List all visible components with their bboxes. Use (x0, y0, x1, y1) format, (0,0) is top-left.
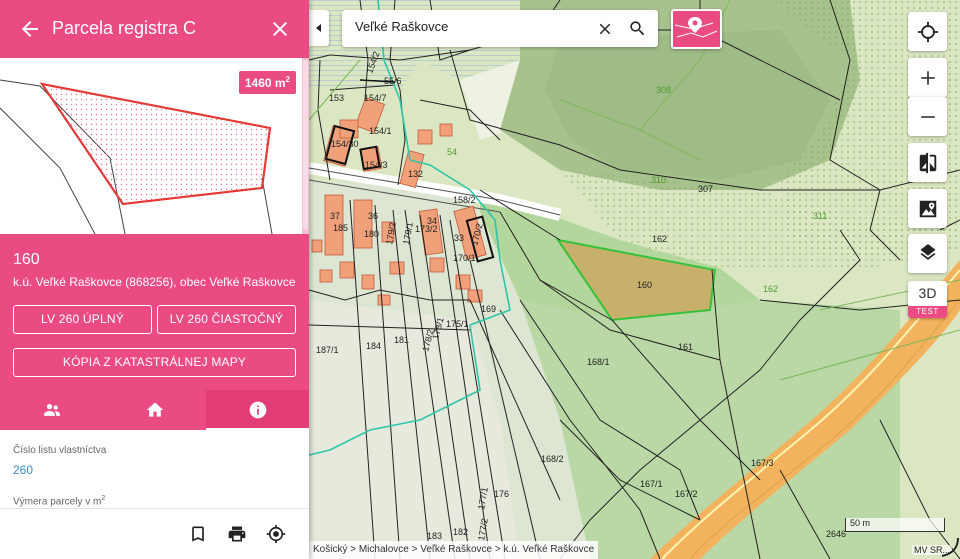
parcel-layer-icon (674, 17, 718, 38)
map-parcel-label: 169 (481, 304, 496, 314)
parcel-details: Číslo listu vlastníctva 260 Výmera parce… (0, 430, 309, 508)
minus-icon (920, 115, 935, 118)
map-parcel-label: 36 (368, 211, 378, 221)
panel-actions (0, 508, 309, 559)
scale-label: 50 m (850, 518, 871, 528)
map-parcel-label: 154/3 (365, 160, 388, 170)
home-icon (146, 402, 163, 417)
map-parcel-label: 154/1 (369, 126, 392, 136)
scrollbar-thumb[interactable] (303, 60, 308, 230)
map-parcel-label: 160 (637, 280, 652, 290)
area-unit-sup: 2 (285, 75, 290, 84)
map-parcel-label: 162 (652, 234, 667, 244)
map-parcel-label: 183 (427, 531, 442, 541)
3d-view-button[interactable]: 3D TEST (908, 281, 947, 318)
3d-label: 3D (918, 285, 937, 301)
map-parcel-label: 170/1 (453, 253, 476, 263)
map-parcel-label: 37 (330, 211, 340, 221)
map-parcel-label: 167/3 (751, 458, 774, 468)
parcel-number: 160 (13, 251, 40, 268)
clear-search-icon[interactable] (596, 20, 614, 38)
map-parcel-label: 34 (427, 216, 437, 226)
map-parcel-label: 187/1 (316, 345, 339, 355)
tab-info[interactable] (206, 390, 309, 430)
map-parcel-label: 181 (394, 335, 409, 345)
map-parcel-label: 307 (698, 184, 713, 194)
tab-owners[interactable] (0, 390, 103, 430)
layers-button[interactable] (908, 234, 947, 273)
map-parcel-label: 2646 (826, 529, 846, 539)
search-icon[interactable] (628, 19, 647, 38)
plus-icon (920, 70, 935, 85)
ownership-sheet-value[interactable]: 260 (13, 463, 33, 477)
chevron-left-icon (316, 24, 321, 32)
zoom-in-button[interactable] (908, 58, 947, 97)
resize-corner-icon (941, 537, 959, 557)
area-value: 1460 m (244, 76, 286, 90)
map-parcel-label: 168/1 (587, 357, 610, 367)
map-parcel-label: 180 (364, 229, 379, 239)
map-parcel-label: 161 (678, 342, 693, 352)
map-parcel-label: 310 (651, 175, 666, 185)
copy-map-button[interactable]: KÓPIA Z KATASTRÁLNEJ MAPY (13, 348, 296, 377)
map-layer-thumbnail[interactable] (671, 9, 722, 49)
search-box (342, 10, 658, 47)
panel-scrollbar[interactable] (302, 58, 309, 234)
map-parcel-label: 176 (494, 489, 509, 499)
map-parcel-label: 33 (454, 233, 464, 243)
tab-building[interactable] (103, 390, 206, 430)
bookmark-icon[interactable] (188, 524, 208, 544)
map-parcel-label: 154/7 (364, 93, 387, 103)
parcel-detail-panel: Parcela registra C 1460 m2 160 k.ú. Veľk… (0, 0, 309, 559)
parcel-area-label-sup: 2 (101, 495, 106, 502)
lv-full-button[interactable]: LV 260 ÚPLNÝ (13, 305, 152, 334)
parcel-shape-preview: 1460 m2 (0, 58, 304, 234)
print-icon[interactable] (227, 524, 247, 544)
test-badge: TEST (908, 306, 947, 318)
map-parcel-label: 154/30 (331, 139, 359, 149)
parcel-area-label: Výmera parcely v m2 (13, 495, 105, 507)
scale-bar: 50 m (845, 518, 945, 532)
map-places-button[interactable] (908, 189, 947, 228)
area-badge: 1460 m2 (238, 71, 296, 94)
back-arrow-icon[interactable] (18, 17, 42, 41)
compare-maps-button[interactable] (908, 143, 947, 182)
map-pin-icon (919, 200, 936, 217)
ownership-sheet-label: Číslo listu vlastníctva (13, 445, 107, 456)
map-parcel-label: 168/2 (541, 454, 564, 464)
panel-title: Parcela registra C (52, 18, 197, 38)
breadcrumb: Košický > Michalovce > Veľké Raškovce > … (309, 541, 599, 559)
map-parcel-label: 54 (447, 147, 457, 157)
crosshair-icon (917, 21, 938, 42)
map-parcel-label: 167/1 (640, 479, 663, 489)
layers-icon (920, 243, 935, 260)
map-parcel-label: 185 (333, 223, 348, 233)
map-parcel-label: 162 (763, 284, 778, 294)
compare-icon (919, 152, 936, 173)
map-parcel-label: 158/2 (453, 195, 476, 205)
map-parcel-label: 153 (329, 93, 344, 103)
map-parcel-label: 184 (366, 341, 381, 351)
map-parcel-label: 175/1 (446, 319, 469, 329)
lv-partial-button[interactable]: LV 260 ČIASTOČNÝ (157, 305, 296, 334)
people-icon (43, 404, 60, 416)
panel-tabs (0, 390, 309, 430)
locate-parcel-icon[interactable] (266, 524, 286, 544)
parcel-area-label-text: Výmera parcely v m (13, 496, 102, 508)
gps-location-button[interactable] (908, 12, 947, 51)
search-input[interactable] (355, 19, 585, 34)
collapse-panel-button[interactable] (309, 10, 329, 46)
map-parcel-label: 132 (408, 169, 423, 179)
map-parcel-label: 308 (656, 85, 671, 95)
zoom-out-button[interactable] (908, 97, 947, 136)
map-parcel-label: 167/2 (675, 489, 698, 499)
cadastral-area: k.ú. Veľké Raškovce (868256), obec Veľké… (13, 275, 296, 289)
map-parcel-label: 182 (453, 527, 468, 537)
map-parcel-label: 311 (813, 211, 827, 221)
close-icon[interactable] (268, 17, 292, 41)
parcel-info: 160 k.ú. Veľké Raškovce (868256), obec V… (0, 234, 309, 430)
info-icon (249, 401, 266, 419)
panel-header: Parcela registra C (0, 0, 309, 58)
map-parcel-label: 55/6 (384, 76, 402, 86)
